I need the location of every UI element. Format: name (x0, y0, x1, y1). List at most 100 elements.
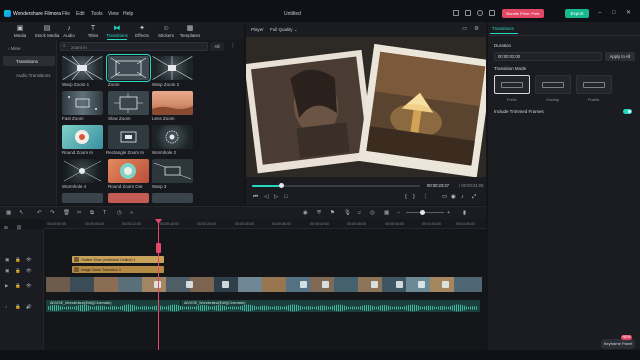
mark-out-icon[interactable]: } (413, 194, 415, 200)
snapshot-icon[interactable]: ▭ (462, 26, 467, 32)
grid-icon[interactable]: ▦ (384, 210, 389, 216)
cloud-icon[interactable] (453, 10, 459, 16)
tab-templates[interactable]: ▦ Templates (175, 22, 205, 40)
video-track-clips[interactable] (46, 277, 482, 292)
playhead-marker[interactable] (156, 243, 161, 253)
select-tool-icon[interactable]: ↖ (19, 210, 24, 216)
menu-edit[interactable]: Edit (76, 11, 85, 17)
mode-postfix[interactable] (576, 75, 612, 94)
play-icon[interactable]: ▷ (274, 194, 278, 200)
waveform-bar (246, 304, 247, 312)
minimize-icon[interactable]: – (598, 10, 601, 16)
transition-wormhole-4[interactable] (62, 159, 103, 183)
transition-effect-clip[interactable]: Image Zoom Transition 3 (72, 266, 164, 273)
transition-warp-zoom-2[interactable] (152, 56, 193, 80)
render-icon[interactable]: ◉ (303, 210, 308, 216)
mode-overlap[interactable] (535, 75, 571, 94)
menu-tools[interactable]: Tools (91, 11, 103, 17)
timeline-settings-icon[interactable]: ▮ (463, 210, 466, 216)
timeline-ruler[interactable] (44, 219, 486, 229)
lock-icon[interactable]: 🔒 (15, 304, 21, 309)
export-button[interactable]: Export (565, 9, 589, 18)
redo-icon[interactable]: ↷ (50, 210, 55, 216)
zoom-slider-track[interactable] (406, 212, 444, 213)
menu-help[interactable]: Help (123, 11, 133, 17)
play-reverse-icon[interactable]: ◁ (264, 194, 268, 200)
eye-icon[interactable]: 👁 (26, 257, 32, 262)
voiceover-icon[interactable]: 🎙 (344, 210, 351, 216)
transition-rectangle-zoom-in[interactable] (108, 125, 149, 149)
menu-file[interactable]: File (62, 11, 70, 17)
quality-dropdown[interactable]: Full Quality ⌄ (270, 27, 298, 33)
more-tools-icon[interactable]: » (130, 210, 133, 216)
eye-icon[interactable]: 👁 (26, 283, 32, 288)
previous-frame-icon[interactable]: ⏮ (253, 194, 258, 200)
zoom-in-icon[interactable]: + (447, 210, 450, 216)
more-options-icon[interactable]: ⋮ (230, 43, 236, 49)
preview-screen[interactable] (246, 37, 486, 177)
transition-round-zoom-out[interactable] (108, 159, 149, 183)
add-track-icon[interactable]: ⊞ (4, 225, 8, 230)
player-settings-icon[interactable]: ⚙ (474, 26, 479, 32)
transition-zoom[interactable] (106, 54, 151, 82)
monitor-icon[interactable]: ▭ (442, 194, 447, 200)
account-icon[interactable] (489, 10, 495, 16)
close-icon[interactable]: ✕ (626, 10, 631, 16)
split-icon[interactable]: ✂ (77, 210, 82, 216)
playback-scrubber[interactable] (278, 183, 284, 188)
camera-icon[interactable]: ◉ (451, 194, 456, 200)
speaker-icon[interactable]: 🔊 (26, 304, 32, 309)
transition-lens-zoom[interactable] (152, 91, 193, 115)
maximize-icon[interactable]: □ (612, 10, 616, 16)
layout-grid-icon[interactable]: ▦ (6, 210, 11, 216)
search-input[interactable] (71, 44, 191, 50)
effect-clip[interactable]: Outline Glow (Individual Outline) 1 (72, 256, 164, 263)
ai-audio-icon[interactable]: ♫ (357, 210, 361, 216)
transition-warp-3[interactable] (152, 159, 193, 183)
transition-slow-zoom[interactable] (108, 91, 149, 115)
transition-thumbnail-partial[interactable] (62, 193, 103, 203)
undo-icon[interactable]: ↶ (37, 210, 42, 216)
eye-icon[interactable]: 👁 (26, 268, 32, 273)
lock-icon[interactable]: 🔒 (15, 283, 21, 288)
zoom-out-icon[interactable]: − (397, 210, 400, 216)
crop-icon[interactable]: ⧉ (90, 210, 94, 216)
transition-warp-zoom-1[interactable] (62, 56, 103, 80)
snap-icon[interactable]: ◎ (370, 210, 375, 216)
keyframe-panel-button[interactable]: Keyframe Panel (601, 339, 635, 349)
speed-icon[interactable]: ◷ (117, 210, 122, 216)
fullscreen-icon[interactable]: ⤢ (472, 194, 476, 200)
transition-round-zoom-in[interactable] (62, 125, 103, 149)
delete-icon[interactable]: 🗑 (63, 210, 70, 216)
transition-thumbnail-partial[interactable] (152, 193, 193, 203)
waveform-bar (344, 305, 345, 311)
marker-icon[interactable]: ⚑ (330, 210, 335, 216)
bundle-price-button[interactable]: Bundle Price: Free (502, 9, 544, 18)
mode-prefix[interactable] (494, 75, 530, 94)
mark-in-icon[interactable]: { (405, 194, 407, 200)
duration-field[interactable] (494, 52, 602, 61)
apply-to-all-button[interactable]: Apply to All (605, 52, 635, 61)
lock-icon[interactable]: 🔒 (15, 268, 21, 273)
sidebar-item-audio-transitions[interactable]: Audio Transitions (16, 73, 51, 78)
transition-fast-zoom[interactable] (62, 91, 103, 115)
playhead-line[interactable] (158, 222, 159, 350)
transition-wormhole-2[interactable] (152, 125, 193, 149)
filter-dropdown[interactable]: All (210, 42, 224, 51)
transition-thumbnail-partial[interactable] (108, 193, 149, 203)
stop-icon[interactable]: □ (284, 194, 287, 200)
notification-icon[interactable] (477, 10, 483, 16)
volume-icon[interactable]: ♪ (461, 194, 464, 200)
sidebar-item-mine[interactable]: › Mine (8, 46, 21, 51)
zoom-slider-knob[interactable] (420, 210, 425, 215)
text-icon[interactable]: T (103, 210, 106, 216)
tab-transitions-properties[interactable]: Transitions (492, 26, 514, 31)
waveform-bar (134, 305, 135, 311)
link-icon[interactable]: ⛓ (16, 225, 22, 230)
shield-icon[interactable]: ⛨ (317, 210, 321, 216)
menu-view[interactable]: View (108, 11, 119, 17)
display-ratio-icon[interactable]: ⋮ (423, 194, 429, 200)
lock-icon[interactable]: 🔒 (15, 257, 21, 262)
layout-icon[interactable] (465, 10, 471, 16)
tab-media[interactable]: ▣ Media (5, 22, 35, 40)
